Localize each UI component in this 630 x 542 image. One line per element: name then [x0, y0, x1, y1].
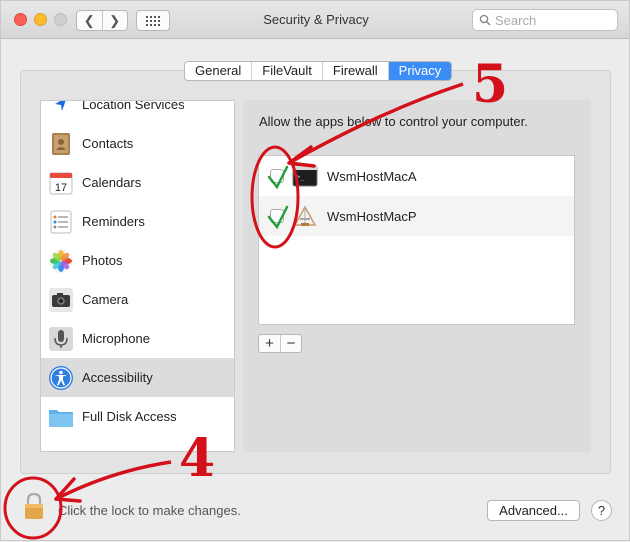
grid-icon — [146, 15, 160, 26]
lock-message: Click the lock to make changes. — [58, 503, 241, 518]
add-remove-controls: + − — [258, 334, 302, 353]
forward-button[interactable]: ❯ — [101, 11, 128, 30]
sidebar-item-label: Contacts — [82, 136, 134, 151]
tab-general[interactable]: General — [185, 62, 251, 80]
svg-text:17: 17 — [55, 182, 67, 194]
apps-list[interactable]: >_ WsmHostMacA WsmHostMacP — [258, 155, 575, 325]
tab-privacy[interactable]: Privacy — [387, 62, 452, 80]
location-icon — [47, 101, 75, 119]
annotation-step-number: 5 — [472, 54, 509, 115]
close-window-button[interactable] — [14, 13, 27, 26]
sidebar-item-label: Location Services — [82, 100, 185, 112]
app-row-wsmhostmaca[interactable]: >_ WsmHostMacA — [259, 156, 574, 196]
remove-app-button[interactable]: − — [280, 335, 301, 352]
search-icon — [479, 14, 491, 26]
back-button[interactable]: ❮ — [77, 11, 102, 30]
preferences-window: ❮ ❯ Security & Privacy General FileVault… — [0, 0, 630, 541]
minimize-window-button[interactable] — [34, 13, 47, 26]
allow-description: Allow the apps below to control your com… — [259, 114, 528, 129]
sidebar-item-label: Camera — [82, 292, 129, 307]
accessibility-icon — [47, 364, 75, 392]
sidebar-item-camera[interactable]: Camera — [41, 280, 234, 319]
sidebar-item-label: Calendars — [82, 175, 142, 190]
app-checkbox[interactable] — [270, 209, 284, 223]
sidebar-item-label: Photos — [82, 253, 123, 268]
tab-bar: General FileVault Firewall Privacy — [184, 61, 453, 81]
sidebar-item-contacts[interactable]: Contacts — [41, 124, 234, 163]
app-name: WsmHostMacA — [327, 168, 417, 184]
photos-icon — [47, 247, 75, 275]
search-input[interactable] — [495, 12, 605, 28]
show-all-button[interactable] — [136, 10, 170, 31]
sidebar-item-label: Full Disk Access — [82, 409, 177, 424]
add-app-button[interactable]: + — [259, 335, 280, 352]
sidebar-item-photos[interactable]: Photos — [41, 241, 234, 280]
title-bar: ❮ ❯ Security & Privacy — [1, 1, 629, 39]
search-field[interactable] — [472, 9, 618, 31]
privacy-sidebar[interactable]: Location Services Contacts 17 Calendars … — [40, 100, 235, 452]
navigation-buttons: ❮ ❯ — [76, 10, 128, 31]
contacts-icon — [47, 130, 75, 158]
sidebar-item-microphone[interactable]: Microphone — [41, 319, 234, 358]
sidebar-item-location-services[interactable]: Location Services — [41, 100, 234, 124]
sidebar-item-label: Reminders — [82, 214, 145, 229]
app-name: WsmHostMacP — [327, 208, 417, 224]
tab-firewall[interactable]: Firewall — [321, 62, 388, 80]
sidebar-item-label: Microphone — [82, 331, 150, 346]
microphone-icon — [47, 325, 75, 353]
zoom-window-button[interactable] — [54, 13, 67, 26]
sidebar-item-label: Accessibility — [82, 370, 153, 385]
app-installer-icon — [292, 203, 318, 229]
sidebar-item-calendars[interactable]: 17 Calendars — [41, 163, 234, 202]
lock-icon[interactable] — [24, 492, 44, 520]
tab-filevault[interactable]: FileVault — [251, 62, 322, 80]
app-checkbox[interactable] — [270, 169, 284, 183]
window-title: Security & Privacy — [263, 12, 369, 27]
calendar-icon: 17 — [47, 169, 75, 197]
help-button[interactable]: ? — [591, 500, 612, 521]
terminal-icon: >_ — [292, 163, 318, 189]
camera-icon — [47, 286, 75, 314]
sidebar-item-accessibility[interactable]: Accessibility — [41, 358, 234, 397]
sidebar-item-reminders[interactable]: Reminders — [41, 202, 234, 241]
advanced-button[interactable]: Advanced... — [487, 500, 580, 521]
reminders-icon — [47, 208, 75, 236]
app-row-wsmhostmacp[interactable]: WsmHostMacP — [259, 196, 574, 236]
annotation-step-number: 4 — [179, 428, 216, 489]
folder-icon — [47, 403, 75, 431]
svg-text:>_: >_ — [296, 173, 305, 181]
